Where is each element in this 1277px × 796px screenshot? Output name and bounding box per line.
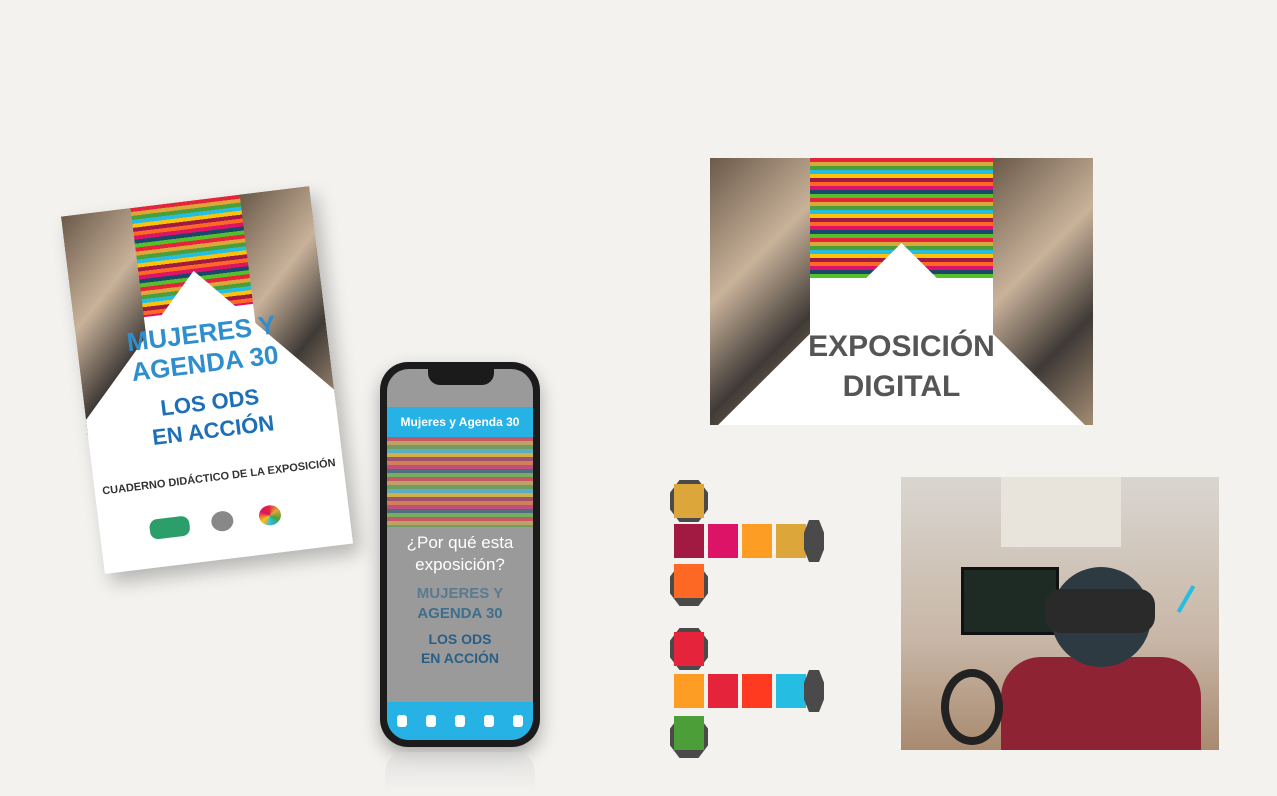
question-line-2: exposición? bbox=[415, 555, 505, 574]
window bbox=[1001, 477, 1121, 547]
nav-more-icon[interactable] bbox=[513, 715, 524, 727]
bg-title-3: LOS ODS bbox=[428, 631, 492, 647]
sdg-cross-bottom bbox=[668, 628, 828, 758]
sdg-tile bbox=[708, 524, 738, 558]
bg-title-1: MUJERES Y bbox=[416, 585, 504, 602]
nav-info-icon[interactable] bbox=[425, 715, 436, 727]
expo-title-1: EXPOSICIÓN bbox=[808, 330, 995, 363]
phone-screen: Mujeres y Agenda 30 ¿Por qué esta exposi… bbox=[387, 369, 533, 740]
sdg-tile bbox=[742, 674, 772, 708]
sdg-tile bbox=[776, 674, 806, 708]
app-header: Mujeres y Agenda 30 bbox=[387, 407, 533, 437]
sdg-tile bbox=[674, 524, 704, 558]
nav-gallery-icon[interactable] bbox=[454, 715, 465, 727]
sdg-tile bbox=[776, 524, 806, 558]
expo-digital-banner: EXPOSICIÓN DIGITAL bbox=[710, 158, 1093, 425]
phone-mockup: Mujeres y Agenda 30 ¿Por qué esta exposi… bbox=[380, 362, 540, 747]
booklet-cover: MUJERES Y AGENDA 30 LOS ODS EN ACCIÓN CU… bbox=[60, 186, 354, 574]
sdg-hex bbox=[804, 670, 824, 712]
app-bottom-nav bbox=[387, 702, 533, 740]
expo-title-2: DIGITAL bbox=[842, 370, 961, 403]
vr-headset-icon bbox=[1045, 589, 1155, 633]
controller-icon bbox=[941, 669, 1003, 745]
bg-title-2: AGENDA 30 bbox=[417, 605, 503, 622]
sdg-tile bbox=[708, 674, 738, 708]
person-sweater bbox=[1001, 657, 1201, 750]
vr-photo bbox=[901, 477, 1219, 750]
nav-home-icon[interactable] bbox=[396, 715, 407, 727]
bg-title-4: EN ACCIÓN bbox=[420, 650, 500, 666]
sdg-hex bbox=[804, 520, 824, 562]
phone-reflection bbox=[385, 752, 535, 792]
sdg-tile bbox=[674, 716, 704, 750]
sdg-tile bbox=[674, 564, 704, 598]
phone-notch bbox=[428, 367, 494, 385]
question-line-1: ¿Por qué esta bbox=[406, 533, 514, 552]
nav-map-icon[interactable] bbox=[484, 715, 495, 727]
sdg-tile bbox=[742, 524, 772, 558]
sdg-tile bbox=[674, 674, 704, 708]
sdg-cross-top bbox=[668, 480, 828, 610]
sdg-tile bbox=[674, 484, 704, 518]
screen-stripes bbox=[387, 437, 533, 527]
chair bbox=[1176, 585, 1196, 613]
sdg-tile bbox=[674, 632, 704, 666]
